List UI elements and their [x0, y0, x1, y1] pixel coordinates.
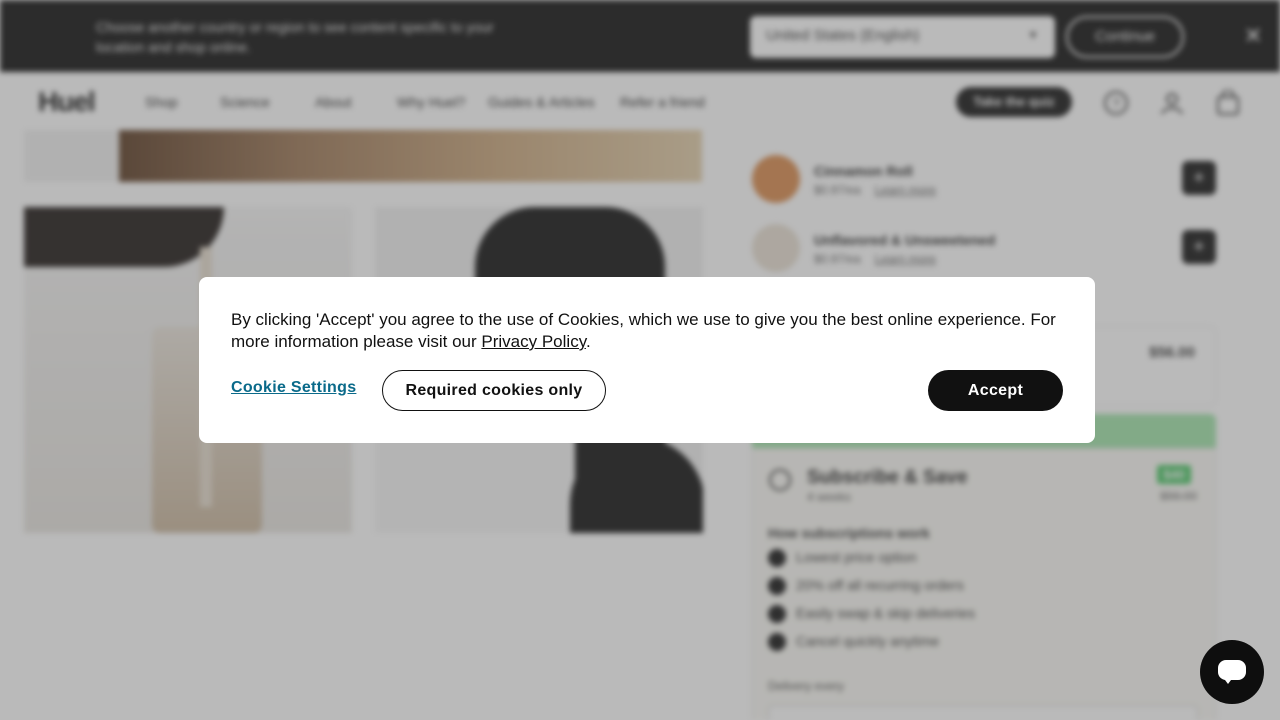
chat-button[interactable]	[1200, 640, 1264, 704]
cookie-settings-link[interactable]: Cookie Settings	[231, 379, 356, 397]
cookie-consent-dialog: By clicking 'Accept' you agree to the us…	[199, 277, 1095, 443]
required-cookies-only-button[interactable]: Required cookies only	[382, 370, 606, 411]
privacy-policy-link[interactable]: Privacy Policy	[481, 332, 586, 351]
accept-cookies-button[interactable]: Accept	[928, 370, 1063, 411]
cookie-message: By clicking 'Accept' you agree to the us…	[231, 310, 1056, 351]
